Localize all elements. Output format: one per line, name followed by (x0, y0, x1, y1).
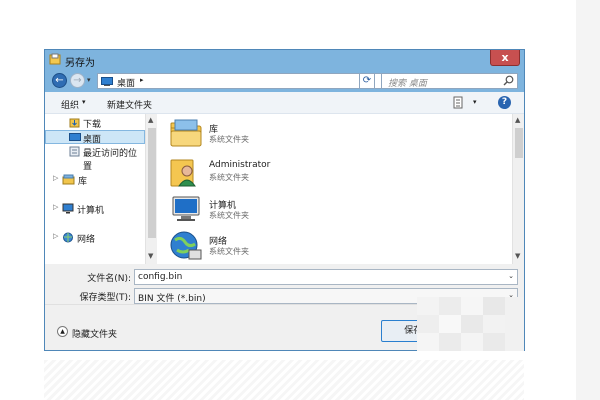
collapse-chevron-icon[interactable]: ▲ (57, 326, 68, 337)
network-globe-icon (170, 231, 202, 260)
filetype-label: 保存类型(T): (79, 293, 131, 303)
scrollbar-thumb[interactable] (148, 128, 156, 238)
view-dropdown-icon[interactable]: ▾ (473, 98, 477, 106)
sidebar-item-recent-places[interactable]: 最近访问的位置 (45, 145, 145, 172)
expand-chevron-icon[interactable]: ▷ (53, 203, 58, 211)
sidebar-item-label: 计算机 (77, 206, 105, 216)
scroll-up-icon[interactable]: ▲ (515, 116, 520, 124)
list-item-libraries[interactable]: 库 系统文件夹 (169, 116, 369, 152)
sidebar-item-label: 库 (78, 177, 88, 187)
navigation-pane: 下载 桌面 最近访问的位置 ▷ 库 ▷ 计算机 ▷ 网络 (45, 114, 157, 264)
recent-locations-dropdown-icon[interactable]: ▾ (87, 76, 91, 84)
file-list: 库 系统文件夹 Administrator 系统文件夹 计算机 系统文件夹 网络… (157, 114, 512, 264)
command-toolbar: 组织 ▾ 新建文件夹 ▾ ? (45, 92, 524, 114)
list-item-administrator[interactable]: Administrator 系统文件夹 (169, 154, 369, 190)
library-icon (62, 174, 75, 185)
scrollbar-thumb[interactable] (515, 128, 523, 158)
sidebar-item-libraries[interactable]: ▷ 库 (45, 173, 145, 187)
sidebar-item-network[interactable]: ▷ 网络 (45, 231, 145, 245)
expand-chevron-icon[interactable]: ▷ (53, 232, 58, 240)
view-options-icon[interactable] (453, 96, 463, 109)
file-type: 系统文件夹 (209, 247, 249, 256)
user-folder-icon (170, 159, 196, 187)
desktop-icon (101, 77, 113, 86)
library-folder-icon (170, 119, 202, 147)
back-button[interactable]: ← (52, 73, 67, 88)
hide-folders-toggle[interactable]: 隐藏文件夹 (72, 327, 117, 340)
window-title: 另存为 (65, 58, 95, 69)
organize-dropdown-icon[interactable]: ▾ (82, 98, 86, 106)
scroll-up-icon[interactable]: ▲ (148, 116, 153, 124)
refresh-button[interactable]: ⟳ (359, 73, 375, 89)
address-breadcrumb[interactable]: 桌面 (117, 76, 135, 89)
search-icon[interactable] (503, 75, 514, 86)
scroll-down-icon[interactable]: ▼ (148, 252, 153, 260)
list-item-network[interactable]: 网络 系统文件夹 (169, 228, 369, 264)
file-type: 系统文件夹 (209, 211, 249, 220)
title-bar[interactable]: 另存为 x (45, 50, 524, 70)
address-bar[interactable]: 桌面 ▸ ⌄ (97, 73, 403, 89)
filename-input[interactable]: config.bin ⌄ (134, 269, 518, 285)
file-list-scrollbar[interactable]: ▲ ▼ (512, 114, 524, 264)
organize-button[interactable]: 组织 (61, 98, 79, 111)
filename-label: 文件名(N): (87, 274, 131, 284)
help-button[interactable]: ? (498, 96, 511, 109)
sidebar-item-label: 桌面 (83, 135, 102, 145)
new-folder-button[interactable]: 新建文件夹 (107, 98, 152, 111)
expand-chevron-icon[interactable]: ▷ (53, 174, 58, 182)
breadcrumb-chevron-icon[interactable]: ▸ (140, 76, 144, 84)
download-folder-icon (69, 118, 80, 128)
sidebar-item-computer[interactable]: ▷ 计算机 (45, 202, 145, 216)
background-strip (576, 0, 600, 400)
filetype-value[interactable]: BIN 文件 (*.bin) (138, 291, 206, 304)
search-box[interactable]: 搜索 桌面 (381, 73, 518, 89)
recent-places-icon (69, 146, 80, 157)
filename-dropdown-icon[interactable]: ⌄ (508, 272, 514, 280)
background-hatch (44, 360, 524, 400)
sidebar-item-desktop[interactable]: 桌面 (45, 130, 145, 145)
sidebar-item-downloads[interactable]: 下载 (45, 116, 145, 130)
search-placeholder: 搜索 桌面 (388, 79, 427, 89)
navigation-bar: ← → ▾ 桌面 ▸ ⌄ 搜索 桌面 ⟳ (45, 70, 524, 92)
network-icon (63, 232, 73, 243)
close-button[interactable]: x (490, 50, 520, 66)
list-item-computer[interactable]: 计算机 系统文件夹 (169, 192, 369, 228)
file-name: Administrator (209, 160, 271, 170)
sidebar-item-label: 下载 (83, 120, 102, 130)
scroll-down-icon[interactable]: ▼ (515, 252, 520, 260)
save-as-window-icon (49, 53, 61, 65)
sidebar-item-label: 网络 (77, 235, 96, 245)
pixelated-region (417, 297, 524, 351)
file-type: 系统文件夹 (209, 135, 249, 144)
file-type: 系统文件夹 (209, 173, 249, 182)
sidebar-item-label: 最近访问的位置 (83, 149, 138, 172)
desktop-icon (69, 133, 81, 141)
computer-icon (62, 203, 74, 214)
navigation-scrollbar[interactable]: ▲ ▼ (145, 114, 157, 264)
filename-value[interactable]: config.bin (138, 272, 182, 282)
computer-icon (172, 196, 200, 221)
forward-button[interactable]: → (70, 73, 85, 88)
